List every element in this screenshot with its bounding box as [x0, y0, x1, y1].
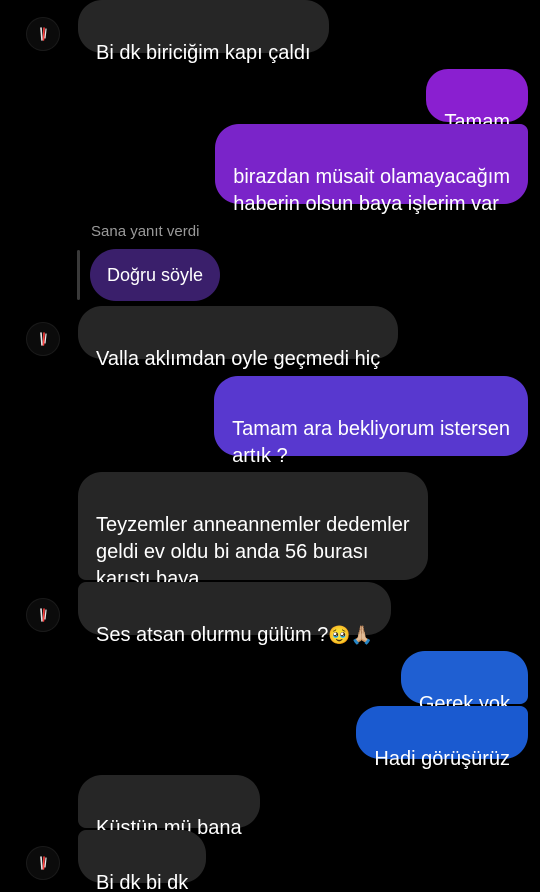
message-text: Bi dk biriciğim kapı çaldı — [96, 42, 311, 64]
contact-avatar[interactable] — [26, 846, 60, 880]
reply-label: Sana yanıt verdi — [91, 223, 200, 240]
avatar-icon — [40, 608, 47, 622]
incoming-message[interactable]: Valla aklımdan oyle geçmedi hiç — [78, 306, 399, 370]
incoming-message[interactable]: Küstün mü bana — [78, 775, 260, 839]
message-text: Tamam ara bekliyorum istersen artık ? — [232, 418, 510, 467]
outgoing-message[interactable]: birazdan müsait olamayacağım haberin ols… — [215, 124, 528, 215]
incoming-message[interactable]: Bi dk biriciğim kapı çaldı — [78, 0, 329, 64]
outgoing-message[interactable]: Hadi görüşürüz — [356, 706, 528, 770]
incoming-message[interactable]: Ses atsan olurmu gülüm ?🥹🙏🏼 — [78, 582, 392, 646]
message-text: Teyzemler anneannemler dedemler geldi ev… — [96, 514, 410, 590]
reply-indicator-line — [77, 250, 80, 300]
reply-quote-text: Doğru söyle — [107, 265, 204, 285]
avatar-icon — [40, 27, 47, 41]
incoming-message[interactable]: Teyzemler anneannemler dedemler geldi ev… — [78, 472, 428, 590]
incoming-message[interactable]: Bi dk bi dk — [78, 830, 207, 892]
chat-thread: Bi dk biriciğim kapı çaldı Tamam birazda… — [0, 0, 540, 892]
message-text: Bi dk bi dk — [96, 872, 189, 892]
message-text: Ses atsan olurmu gülüm ? — [96, 624, 329, 646]
outgoing-message[interactable]: Tamam ara bekliyorum istersen artık ? — [214, 376, 528, 467]
contact-avatar[interactable] — [26, 598, 60, 632]
contact-avatar[interactable] — [26, 322, 60, 356]
outgoing-message[interactable]: Gerek yok — [400, 651, 528, 715]
message-text: birazdan müsait olamayacağım haberin ols… — [233, 166, 510, 215]
contact-avatar[interactable] — [26, 17, 60, 51]
message-text: Hadi görüşürüz — [374, 748, 510, 770]
emoji: 🥹🙏🏼 — [328, 625, 374, 645]
outgoing-message[interactable]: Tamam — [426, 69, 528, 133]
reply-quote-bubble[interactable]: Doğru söyle — [90, 249, 221, 301]
avatar-icon — [40, 856, 47, 870]
message-text: Valla aklımdan oyle geçmedi hiç — [96, 348, 381, 370]
avatar-icon — [40, 332, 47, 346]
